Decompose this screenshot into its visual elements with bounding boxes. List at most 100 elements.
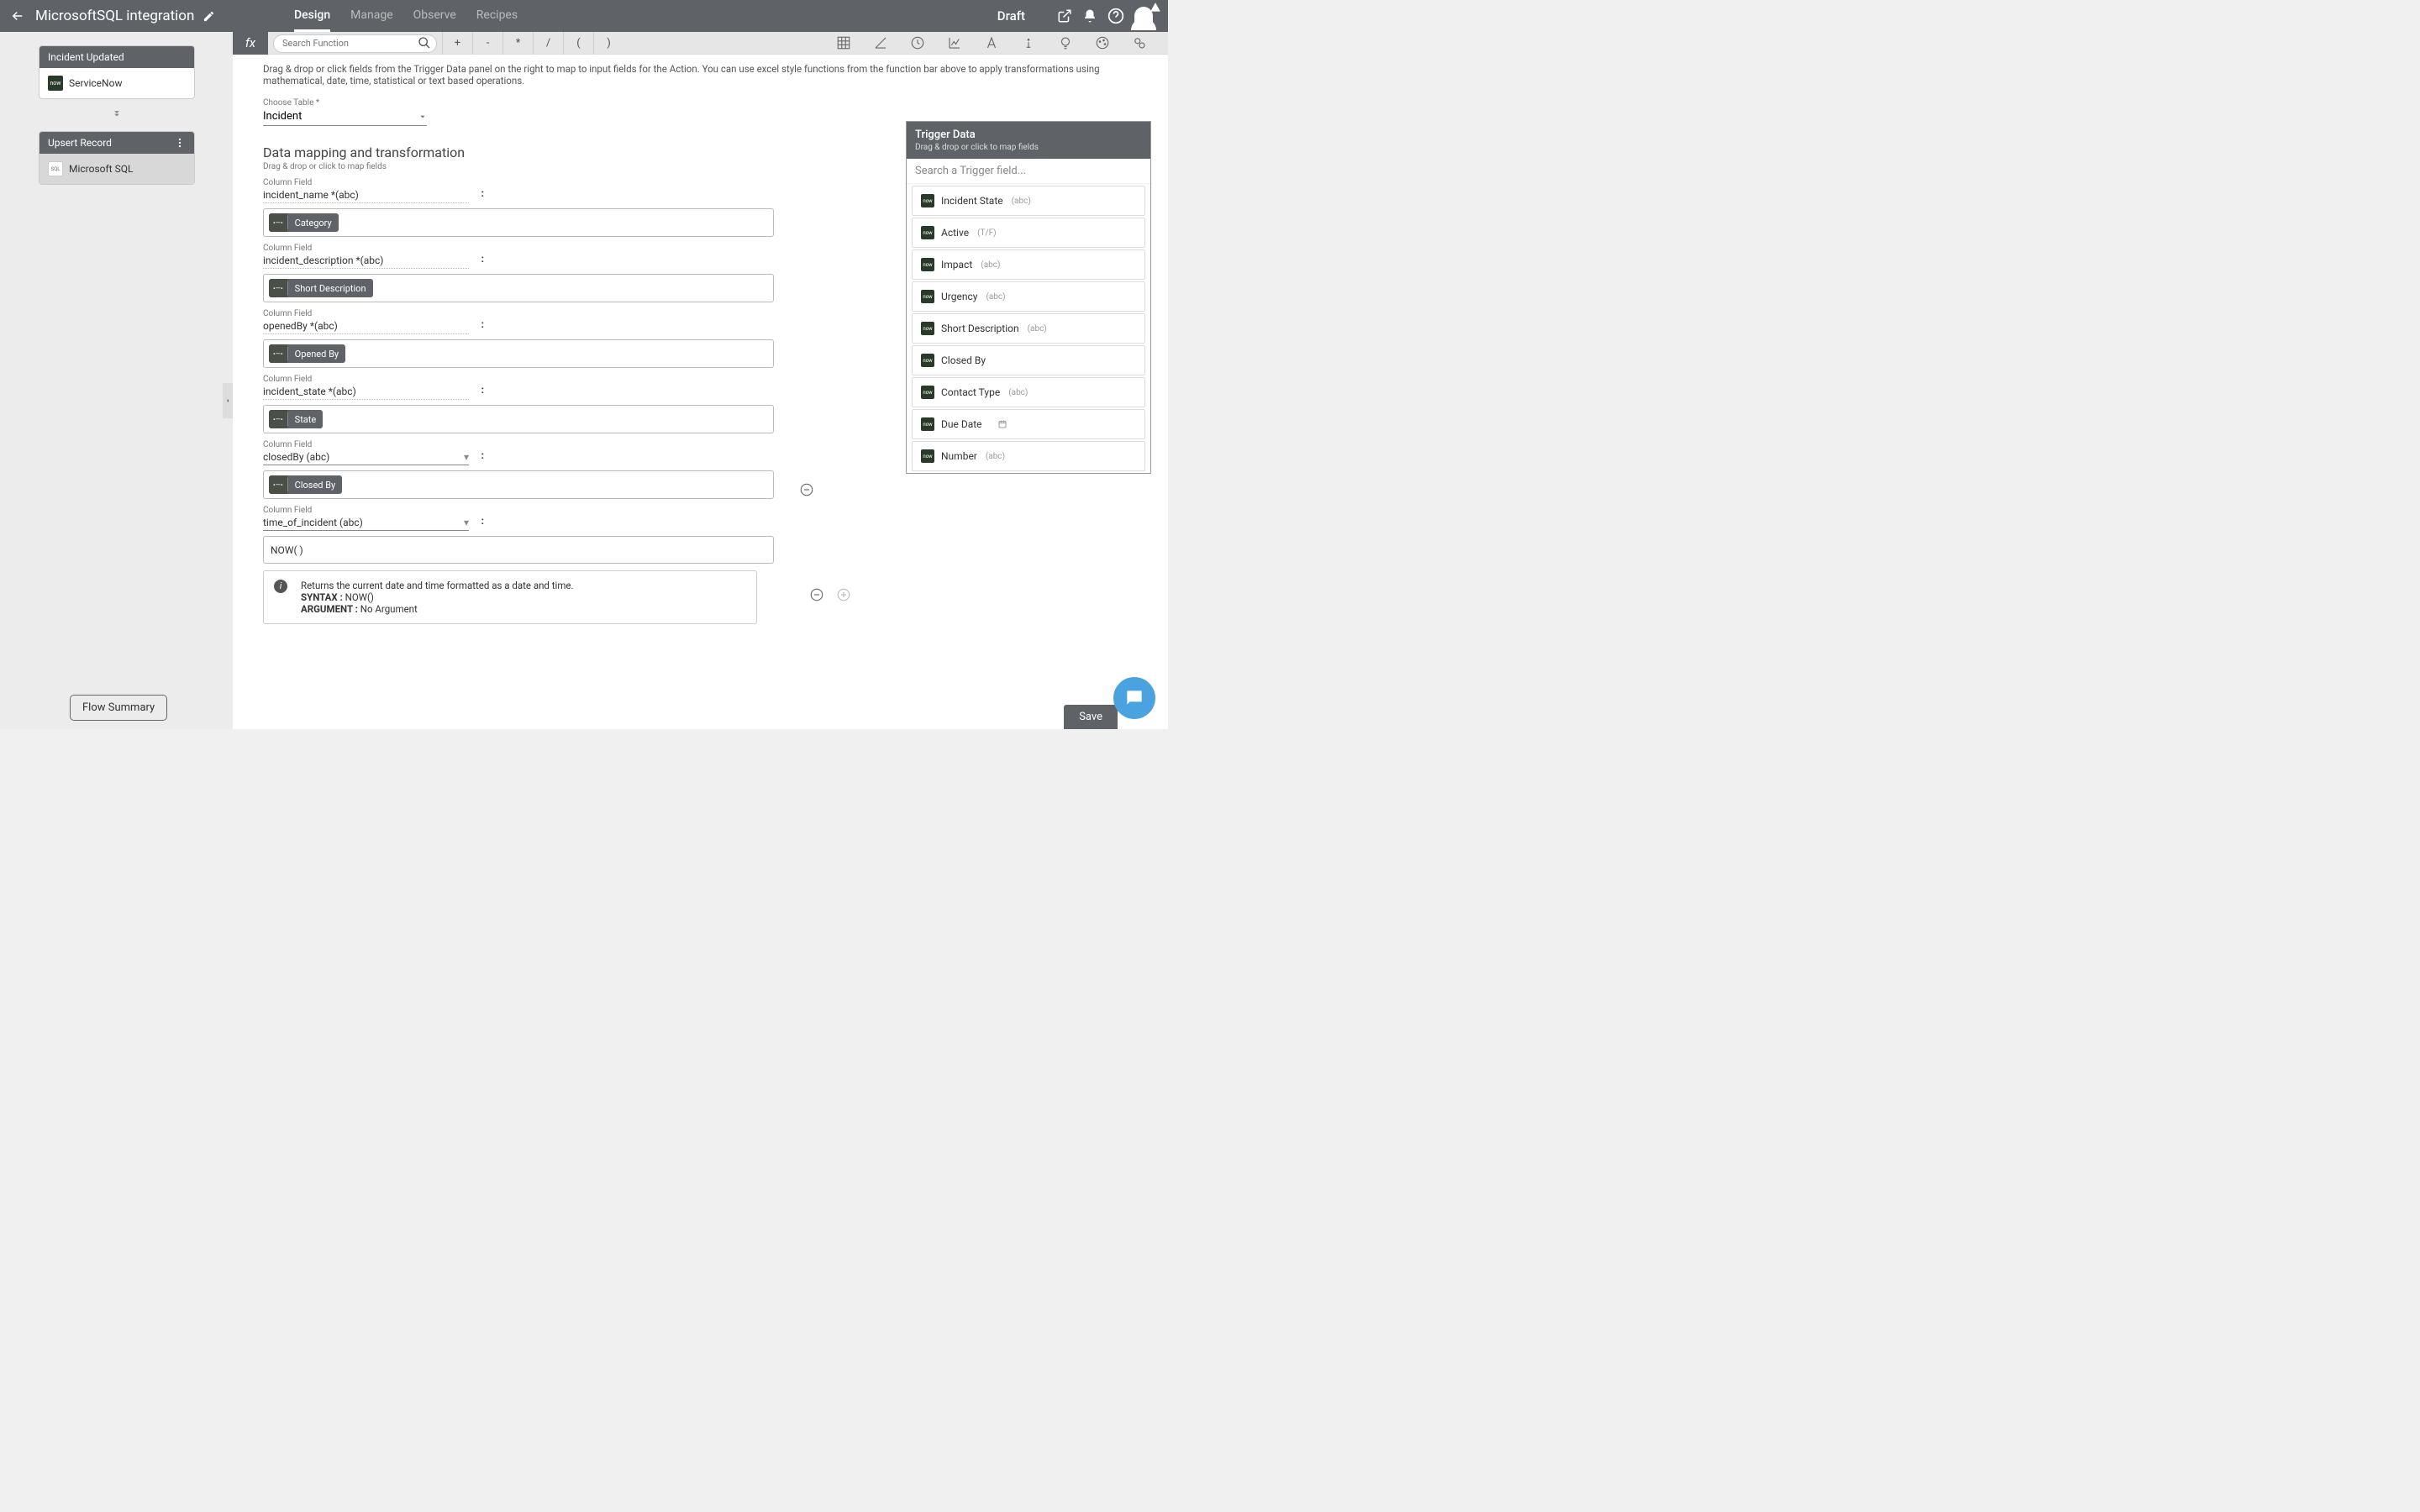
- table-select[interactable]: Incident: [263, 108, 427, 126]
- trigger-field-item[interactable]: nowClosed By: [912, 345, 1145, 375]
- tool-info-icon[interactable]: [1010, 32, 1047, 55]
- op-minus[interactable]: -: [472, 32, 502, 55]
- top-tabs: Design Manage Observe Recipes: [294, 0, 518, 32]
- status-label: Draft: [997, 8, 1025, 24]
- field-chip[interactable]: •—•Short Description: [269, 279, 373, 297]
- op-div[interactable]: /: [533, 32, 563, 55]
- column-field[interactable]: openedBy *(abc):: [263, 318, 469, 334]
- tab-design[interactable]: Design: [294, 0, 330, 32]
- help-syntax-val: NOW(): [345, 591, 374, 603]
- bell-icon[interactable]: [1082, 8, 1097, 24]
- add-row-icon[interactable]: [836, 587, 851, 602]
- help-arg-label: ARGUMENT :: [301, 603, 358, 615]
- remove-row-icon[interactable]: [799, 482, 814, 497]
- op-plus[interactable]: +: [442, 32, 472, 55]
- help-icon[interactable]: [1107, 8, 1124, 24]
- trigger-field-item[interactable]: nowContact Type(abc): [912, 377, 1145, 407]
- trigger-panel-header: Trigger Data Drag & drop or click to map…: [907, 122, 1150, 159]
- edit-icon[interactable]: [203, 10, 215, 23]
- trigger-search-input[interactable]: Search a Trigger field...: [907, 159, 1150, 184]
- tool-clock-icon[interactable]: [899, 32, 936, 55]
- tool-gears-icon[interactable]: [1121, 32, 1158, 55]
- function-search-input[interactable]: [273, 34, 437, 53]
- save-button[interactable]: Save: [1064, 705, 1118, 729]
- more-icon[interactable]: [174, 137, 186, 149]
- function-search[interactable]: [273, 34, 437, 52]
- chat-widget-button[interactable]: [1113, 677, 1155, 719]
- op-lparen[interactable]: (: [563, 32, 593, 55]
- trigger-field-item[interactable]: nowNumber(abc): [912, 441, 1145, 471]
- mapping-input[interactable]: NOW( ): [263, 536, 774, 564]
- trigger-node-title: Incident Updated: [48, 51, 124, 63]
- column-field[interactable]: closedBy (abc)▾:: [263, 449, 469, 465]
- mapping-input[interactable]: •—•Closed By: [263, 470, 774, 499]
- trigger-node[interactable]: Incident Updated now ServiceNow: [39, 45, 195, 99]
- help-syntax-label: SYNTAX :: [301, 591, 343, 603]
- user-avatar[interactable]: [1134, 7, 1153, 25]
- tab-observe[interactable]: Observe: [413, 0, 456, 32]
- trigger-node-source: ServiceNow: [69, 77, 122, 89]
- trigger-field-item[interactable]: nowDue Date: [912, 409, 1145, 439]
- trigger-field-item[interactable]: nowUrgency(abc): [912, 281, 1145, 312]
- tool-chart-icon[interactable]: [936, 32, 973, 55]
- node-connector-icon: [13, 106, 219, 121]
- tool-grid-icon[interactable]: [825, 32, 862, 55]
- field-chip[interactable]: •—•Opened By: [269, 344, 345, 363]
- tool-text-icon[interactable]: [973, 32, 1010, 55]
- trigger-field-item[interactable]: nowShort Description(abc): [912, 313, 1145, 344]
- action-node[interactable]: Upsert Record SQL Microsoft SQL: [39, 131, 195, 185]
- mapping-input[interactable]: •—•State: [263, 405, 774, 433]
- fx-icon: fx: [233, 32, 268, 55]
- remove-row-icon[interactable]: [809, 587, 824, 602]
- mapping-input[interactable]: •—•Short Description: [263, 274, 774, 302]
- table-label: Choose Table *: [263, 98, 1138, 108]
- back-arrow-icon[interactable]: [10, 8, 25, 24]
- servicenow-icon: now: [921, 226, 934, 239]
- chevron-down-icon: [418, 113, 427, 121]
- trigger-field-item[interactable]: nowImpact(abc): [912, 249, 1145, 280]
- column-field[interactable]: incident_name *(abc):: [263, 187, 469, 203]
- search-icon[interactable]: [418, 36, 431, 50]
- op-rparen[interactable]: ): [593, 32, 623, 55]
- function-help-box: i Returns the current date and time form…: [263, 570, 757, 624]
- function-text: NOW( ): [269, 543, 305, 558]
- tool-signal-icon[interactable]: [862, 32, 899, 55]
- servicenow-icon: now: [921, 354, 934, 367]
- column-field[interactable]: incident_description *(abc):: [263, 253, 469, 269]
- fx-tools: [825, 32, 1158, 55]
- servicenow-icon: now: [921, 194, 934, 207]
- table-value: Incident: [263, 110, 302, 123]
- servicenow-icon: now: [921, 322, 934, 335]
- trigger-field-item[interactable]: nowActive(T/F): [912, 218, 1145, 248]
- tool-bulb-icon[interactable]: [1047, 32, 1084, 55]
- field-chip[interactable]: •—•State: [269, 410, 323, 428]
- alert-icon: [1150, 2, 1161, 13]
- collapse-sidebar-button[interactable]: [223, 383, 233, 418]
- tool-palette-icon[interactable]: [1084, 32, 1121, 55]
- field-chip[interactable]: •—•Closed By: [269, 475, 342, 494]
- mapping-input[interactable]: •—•Category: [263, 208, 774, 237]
- servicenow-icon: now: [921, 290, 934, 303]
- help-text: Drag & drop or click fields from the Tri…: [233, 55, 1168, 93]
- trigger-panel-subtitle: Drag & drop or click to map fields: [915, 143, 1142, 152]
- column-field[interactable]: incident_state *(abc):: [263, 384, 469, 400]
- trigger-data-panel: Trigger Data Drag & drop or click to map…: [906, 121, 1151, 474]
- fx-operators: + - * / ( ): [442, 32, 623, 55]
- main-panel: fx + - * / ( ) Drag & drop or click fiel…: [233, 32, 1168, 729]
- function-bar: fx + - * / ( ): [233, 32, 1168, 55]
- field-chip[interactable]: •—•Category: [269, 213, 339, 232]
- servicenow-icon: now: [921, 449, 934, 463]
- tab-recipes[interactable]: Recipes: [476, 0, 518, 32]
- op-mult[interactable]: *: [502, 32, 533, 55]
- mapping-input[interactable]: •—•Opened By: [263, 339, 774, 368]
- open-external-icon[interactable]: [1057, 8, 1072, 24]
- trigger-field-item[interactable]: nowIncident State(abc): [912, 186, 1145, 216]
- flow-summary-button[interactable]: Flow Summary: [70, 695, 167, 721]
- flow-sidebar: Incident Updated now ServiceNow Upsert R…: [0, 32, 233, 729]
- info-icon: i: [274, 580, 287, 593]
- page-title: MicrosoftSQL integration: [35, 8, 194, 24]
- column-field[interactable]: time_of_incident (abc)▾:: [263, 515, 469, 531]
- column-label: Column Field: [263, 506, 1138, 515]
- trigger-panel-title: Trigger Data: [915, 129, 1142, 141]
- tab-manage[interactable]: Manage: [350, 0, 392, 32]
